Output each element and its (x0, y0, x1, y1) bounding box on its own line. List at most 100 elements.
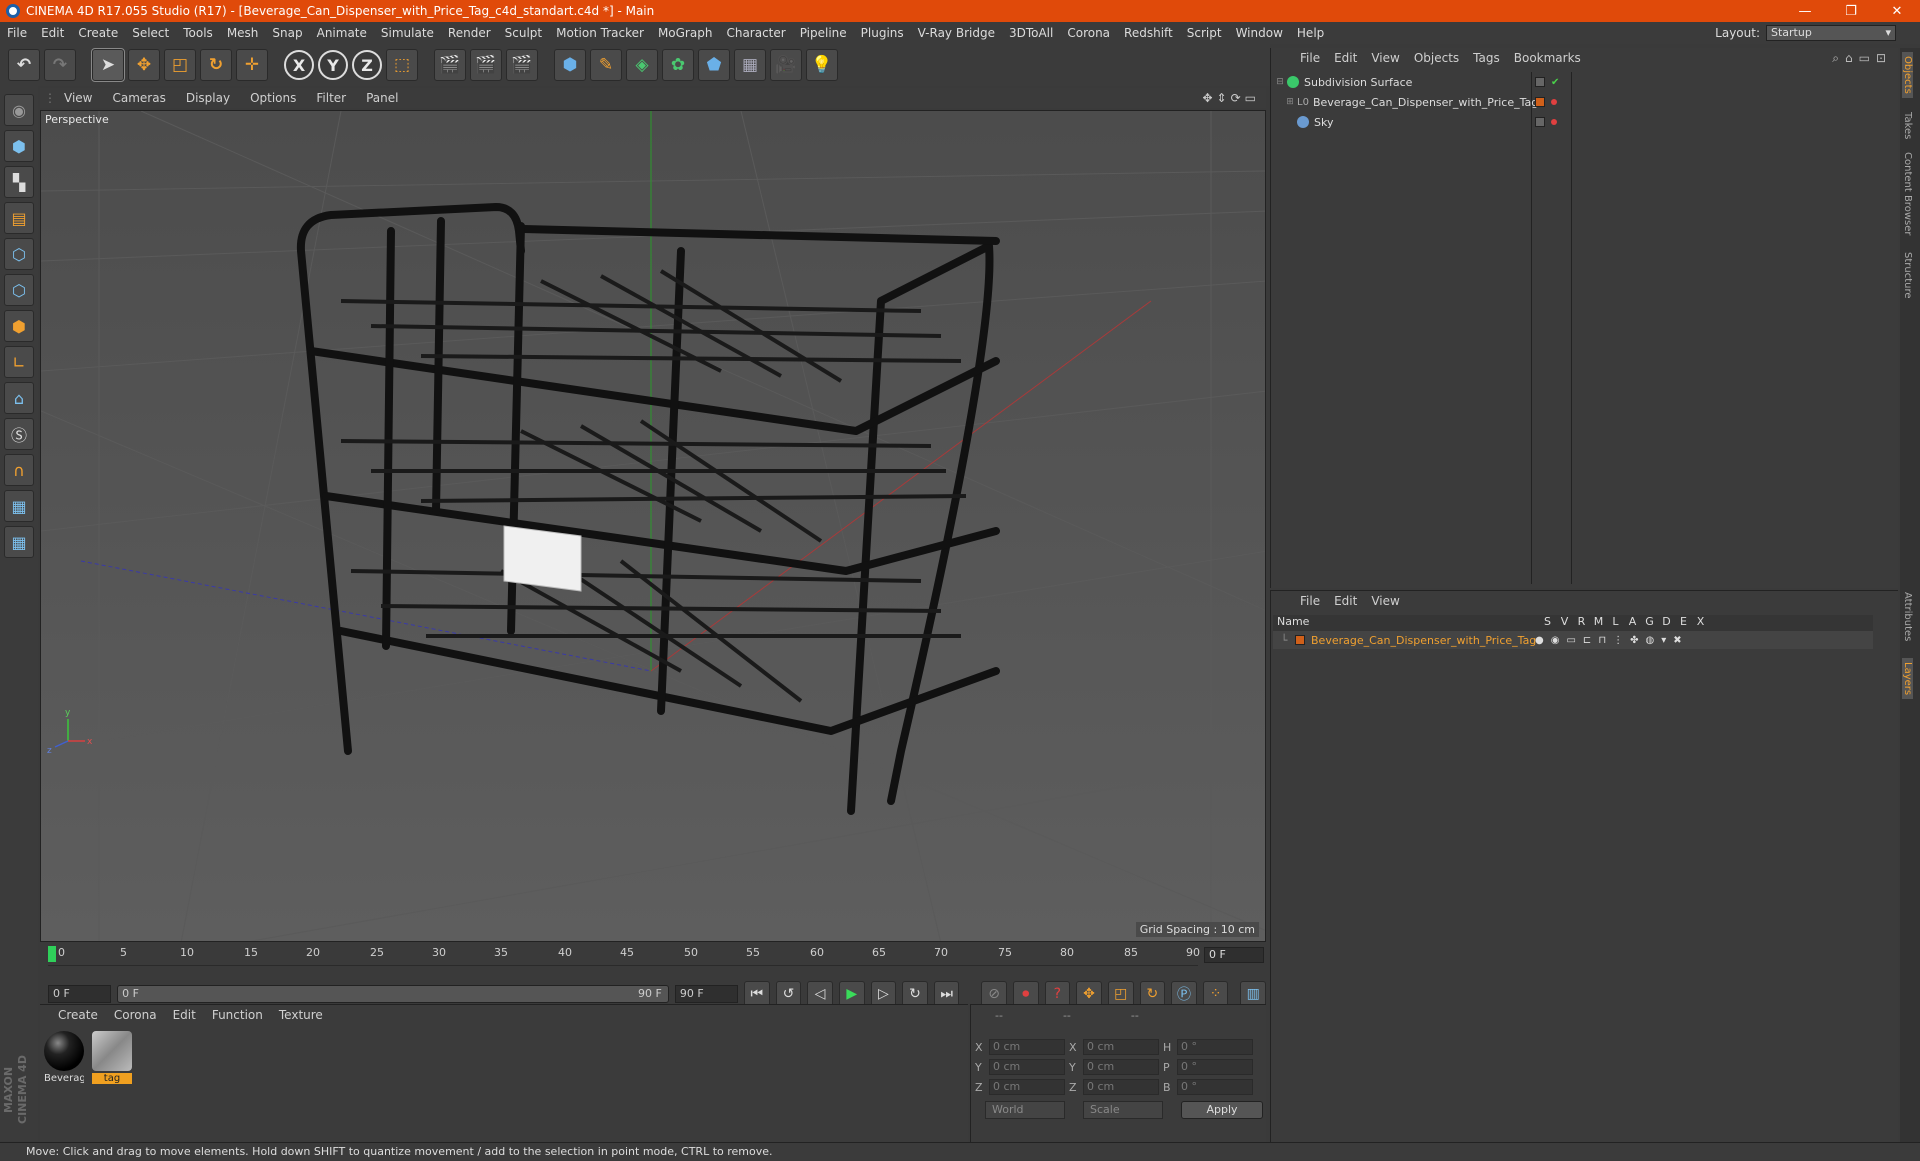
live-selection-button[interactable]: ➤ (91, 48, 125, 82)
expand-icon[interactable]: ⊞ (1283, 97, 1297, 107)
menu-tools[interactable]: Tools (176, 26, 220, 40)
start-frame-field[interactable]: 0 F (48, 985, 112, 1003)
menu-character[interactable]: Character (719, 26, 792, 40)
menu-render[interactable]: Render (441, 26, 498, 40)
camera-button[interactable]: 🎥 (770, 49, 802, 81)
model-mode-button[interactable]: ⬢ (4, 130, 34, 162)
restore-button[interactable]: ❐ (1828, 4, 1874, 19)
render-view-button[interactable]: 🎬 (434, 49, 466, 81)
material-menu-function[interactable]: Function (204, 1008, 271, 1022)
material-menu-texture[interactable]: Texture (271, 1008, 331, 1022)
timeline[interactable]: 0 5 10 15 20 25 30 35 40 45 50 55 60 65 … (40, 944, 1266, 974)
material-menu-corona[interactable]: Corona (106, 1008, 165, 1022)
layer-row[interactable]: └ Beverage_Can_Dispenser_with_Price_Tag … (1273, 631, 1873, 649)
position-x-field[interactable]: 0 cm (989, 1039, 1065, 1055)
undo-button[interactable]: ↶ (8, 49, 40, 81)
scale-dropdown[interactable]: Scale (1083, 1101, 1163, 1119)
menu-redshift[interactable]: Redshift (1117, 26, 1180, 40)
floor-button[interactable]: ▦ (734, 49, 766, 81)
size-x-field[interactable]: 0 cm (1083, 1039, 1159, 1055)
animation-toggle[interactable]: ⋮ (1613, 635, 1623, 646)
coordinate-system-button[interactable]: ⬚ (386, 49, 418, 81)
minimize-button[interactable]: — (1782, 4, 1828, 19)
menu-vray-bridge[interactable]: V-Ray Bridge (911, 26, 1002, 40)
rotate-tool-button[interactable]: ↻ (200, 49, 232, 81)
object-menu-file[interactable]: File (1293, 51, 1327, 65)
x-axis-lock-button[interactable]: X (284, 50, 314, 80)
redo-button[interactable]: ↷ (44, 49, 76, 81)
menu-motion-tracker[interactable]: Motion Tracker (549, 26, 651, 40)
lock-icon[interactable]: ⊓ (1598, 635, 1606, 646)
deformer-toggle[interactable]: ◍ (1646, 635, 1655, 646)
viewport-menu-cameras[interactable]: Cameras (102, 91, 175, 105)
snap-button[interactable]: Ⓢ (4, 418, 34, 450)
recent-tool-button[interactable]: ✛ (236, 49, 268, 81)
workplane-mode-button[interactable]: ▤ (4, 202, 34, 234)
menu-animate[interactable]: Animate (310, 26, 374, 40)
texture-mode-button[interactable]: ▚ (4, 166, 34, 198)
timeline-ruler[interactable]: 0 5 10 15 20 25 30 35 40 45 50 55 60 65 … (48, 946, 1200, 966)
viewport-navigation-icons[interactable]: ✥⇕⟳▭ (1202, 91, 1266, 105)
object-row-dispenser[interactable]: ⊞ L0 Beverage_Can_Dispenser_with_Price_T… (1273, 92, 1873, 112)
generator-toggle[interactable]: ✤ (1630, 635, 1638, 646)
menu-pipeline[interactable]: Pipeline (793, 26, 854, 40)
z-axis-lock-button[interactable]: Z (352, 50, 382, 80)
layer-menu-view[interactable]: View (1364, 594, 1406, 608)
solo-toggle[interactable]: ● (1535, 635, 1544, 646)
object-menu-edit[interactable]: Edit (1327, 51, 1364, 65)
axis-mode-button[interactable]: ∟ (4, 346, 34, 378)
expression-toggle[interactable]: ▾ (1661, 635, 1666, 646)
tab-content-browser[interactable]: Content Browser (1902, 148, 1913, 239)
lock-workplane-button[interactable]: ▦ (4, 490, 34, 522)
rotation-p-field[interactable]: 0 ° (1177, 1059, 1253, 1075)
menu-3dtoall[interactable]: 3DToAll (1002, 26, 1060, 40)
eye-icon[interactable]: ◉ (1551, 635, 1560, 646)
tab-structure[interactable]: Structure (1902, 248, 1913, 303)
render-dot-icon[interactable] (1551, 119, 1557, 125)
menu-corona[interactable]: Corona (1060, 26, 1117, 40)
spline-pen-button[interactable]: ✎ (590, 49, 622, 81)
position-y-field[interactable]: 0 cm (989, 1059, 1065, 1075)
menu-mograph[interactable]: MoGraph (651, 26, 720, 40)
material-menu-create[interactable]: Create (50, 1008, 106, 1022)
cube-primitive-button[interactable]: ⬢ (554, 49, 586, 81)
size-y-field[interactable]: 0 cm (1083, 1059, 1159, 1075)
world-dropdown[interactable]: World (985, 1101, 1065, 1119)
menu-file[interactable]: File (0, 26, 34, 40)
polygons-mode-button[interactable]: ⬢ (4, 310, 34, 342)
make-editable-button[interactable]: ◉ (4, 94, 34, 126)
perspective-viewport[interactable]: y x z Perspective Grid Spacing : 10 cm (40, 110, 1266, 942)
tab-attributes[interactable]: Attributes (1902, 588, 1913, 645)
object-row-subdivision[interactable]: ⊟ Subdivision Surface ✔ (1273, 72, 1873, 92)
material-swatch-beverage[interactable]: Beverag (44, 1031, 84, 1091)
layer-color-tag[interactable] (1535, 97, 1545, 107)
rotation-b-field[interactable]: 0 ° (1177, 1079, 1253, 1095)
position-z-field[interactable]: 0 cm (989, 1079, 1065, 1095)
render-toggle[interactable]: ▭ (1566, 635, 1575, 646)
light-button[interactable]: 💡 (806, 49, 838, 81)
layer-color-swatch[interactable] (1295, 635, 1305, 645)
tab-objects[interactable]: Objects (1902, 52, 1913, 98)
menu-mesh[interactable]: Mesh (220, 26, 266, 40)
object-panel-icons[interactable]: ⌕⌂▭⊡ (1825, 51, 1898, 66)
material-swatch-tag[interactable]: tag (92, 1031, 132, 1091)
check-icon[interactable]: ✔ (1551, 77, 1559, 88)
menu-snap[interactable]: Snap (265, 26, 309, 40)
array-button[interactable]: ✿ (662, 49, 694, 81)
collapse-icon[interactable]: ⊟ (1273, 77, 1287, 87)
magnet-button[interactable]: ∩ (4, 454, 34, 486)
size-z-field[interactable]: 0 cm (1083, 1079, 1159, 1095)
move-tool-button[interactable]: ✥ (128, 49, 160, 81)
menu-edit[interactable]: Edit (34, 26, 71, 40)
visibility-toggle[interactable] (1535, 117, 1545, 127)
viewport-menu-panel[interactable]: Panel (356, 91, 408, 105)
viewport-menu-options[interactable]: Options (240, 91, 306, 105)
render-dot-icon[interactable] (1551, 99, 1557, 105)
tab-layers[interactable]: Layers (1902, 658, 1913, 700)
menu-window[interactable]: Window (1229, 26, 1290, 40)
object-menu-view[interactable]: View (1364, 51, 1406, 65)
object-menu-tags[interactable]: Tags (1466, 51, 1507, 65)
material-menu-edit[interactable]: Edit (165, 1008, 204, 1022)
object-row-sky[interactable]: Sky (1273, 112, 1873, 132)
current-frame-field[interactable]: 0 F (1204, 947, 1264, 963)
